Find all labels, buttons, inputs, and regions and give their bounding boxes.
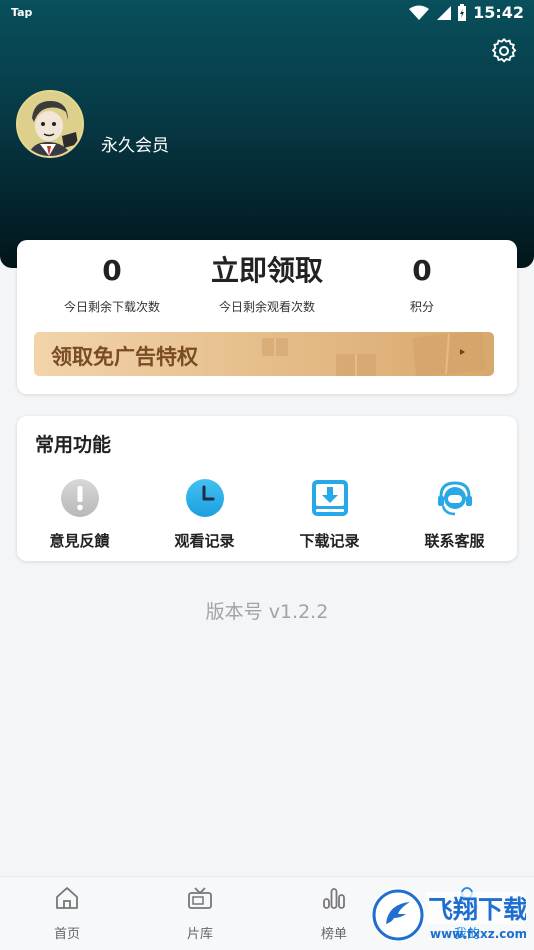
tab-rankings[interactable]: 榜单: [299, 885, 369, 942]
download-history-label: 下载记录: [299, 532, 360, 550]
ad-free-promo-banner[interactable]: 领取免广告特权: [34, 332, 494, 376]
tab-library[interactable]: 片库: [165, 885, 235, 942]
status-time: 15:42: [473, 3, 524, 22]
avatar[interactable]: [16, 90, 84, 158]
watch-history-label: 观看记录: [174, 532, 235, 550]
points-label: 积分: [409, 300, 434, 314]
stats-card: 0 今日剩余下载次数 立即领取 今日剩余观看次数 0 积分 领取免广告特权: [17, 240, 517, 394]
download-history-button[interactable]: 下载记录: [267, 478, 392, 551]
tv-icon: [188, 887, 212, 909]
watermark-logo-icon: 飞翔下载 www.fxxz.com: [371, 888, 528, 942]
exclamation-icon: [60, 479, 99, 517]
promo-label: 领取免广告特权: [51, 345, 198, 369]
watch-history-button[interactable]: 观看记录: [142, 478, 267, 551]
status-app-label: Tap: [11, 6, 33, 19]
home-icon: [56, 887, 78, 909]
svg-text:www.fxxz.com: www.fxxz.com: [430, 927, 526, 941]
tab-library-label: 片库: [186, 927, 213, 942]
views-remaining-label: 今日剩余观看次数: [218, 300, 315, 314]
feedback-label: 意見反饋: [49, 532, 110, 550]
version-label: 版本号 v1.2.2: [205, 601, 329, 623]
battery-icon: [458, 3, 467, 21]
tab-rankings-label: 榜单: [320, 927, 347, 942]
claim-now-button[interactable]: 立即领取: [187, 254, 347, 288]
points-stat: 0 积分: [357, 254, 487, 315]
download-icon: [311, 480, 348, 516]
tab-home-label: 首页: [53, 927, 80, 942]
downloads-remaining-label: 今日剩余下载次数: [63, 300, 160, 314]
customer-service-label: 联系客服: [424, 532, 485, 550]
signal-icon: [437, 5, 452, 20]
settings-gear-icon[interactable]: [491, 38, 517, 64]
status-bar: Tap 15:42: [0, 0, 534, 28]
common-functions-card: 常用功能 意見反饋 观看记录 下载记录 联系客服: [17, 416, 517, 561]
downloads-remaining-stat: 0 今日剩余下载次数: [17, 254, 207, 315]
chart-icon: [323, 888, 345, 909]
downloads-remaining-value: 0: [102, 254, 122, 287]
views-remaining-stat[interactable]: 立即领取 今日剩余观看次数: [187, 254, 347, 315]
site-watermark: 飞翔下载 www.fxxz.com: [366, 886, 528, 944]
points-value: 0: [412, 254, 432, 287]
clock-icon: [185, 479, 224, 517]
headset-icon: [437, 481, 472, 516]
customer-service-button[interactable]: 联系客服: [392, 478, 517, 551]
member-status: 永久会员: [101, 136, 169, 156]
avatar-cartoon-icon: [18, 92, 82, 156]
svg-text:飞翔下载: 飞翔下载: [428, 895, 526, 924]
wifi-icon: [409, 5, 430, 20]
feedback-button[interactable]: 意見反饋: [17, 478, 142, 551]
functions-title: 常用功能: [35, 434, 112, 456]
tab-home[interactable]: 首页: [32, 885, 102, 942]
